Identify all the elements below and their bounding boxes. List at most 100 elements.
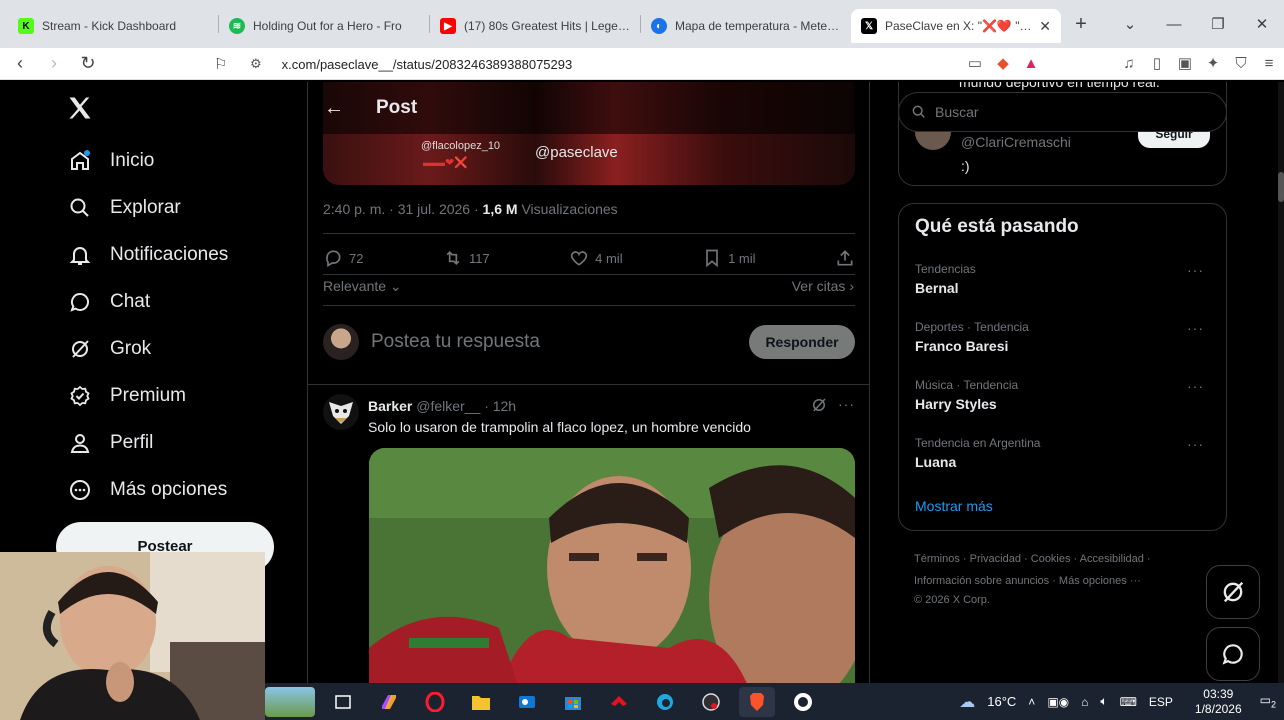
copilot-icon[interactable] bbox=[371, 687, 407, 717]
post-actions: 72 117 4 mil 1 mil bbox=[323, 244, 855, 272]
brave-icon[interactable] bbox=[739, 686, 775, 717]
post-timestamp[interactable]: 2:40 p. m. · 31 jul. 2026 · bbox=[323, 201, 479, 217]
grok-floating-button[interactable] bbox=[1206, 565, 1260, 619]
sidebar-icon[interactable]: ▯ bbox=[1146, 50, 1168, 76]
keyboard-icon[interactable]: ⌨ bbox=[1120, 695, 1137, 709]
avatar[interactable] bbox=[323, 394, 359, 430]
more-icon[interactable]: ··· bbox=[1187, 436, 1204, 452]
nav-item-notifications[interactable]: Notificaciones bbox=[56, 231, 296, 278]
tweet-author-name[interactable]: Barker bbox=[368, 398, 412, 414]
reply-action[interactable]: 72 bbox=[323, 248, 363, 268]
weather-cloud-icon[interactable]: ☁ bbox=[959, 692, 975, 712]
bookmark-count: 1 mil bbox=[728, 250, 756, 266]
footer-line[interactable]: Información sobre anuncios · Más opcione… bbox=[914, 570, 1214, 592]
new-tab-button[interactable]: + bbox=[1067, 10, 1095, 38]
ai-icon[interactable]: ✦ bbox=[1202, 50, 1224, 76]
cast-icon[interactable]: ▭ bbox=[964, 50, 986, 76]
reply-button[interactable]: Responder bbox=[749, 325, 855, 359]
nav-item-premium[interactable]: Premium bbox=[56, 372, 296, 419]
address-bar[interactable]: ⚙ x.com/paseclave__/status/2083246389388… bbox=[240, 52, 1020, 76]
trend-item[interactable]: Deportes · Tendencia Franco Baresi ··· bbox=[915, 320, 1212, 354]
more-icon[interactable]: ··· bbox=[838, 396, 855, 414]
rewards-icon[interactable]: ▲ bbox=[1020, 50, 1042, 76]
chevron-down-icon[interactable]: ⌄ bbox=[1108, 15, 1152, 33]
nav-item-profile[interactable]: Perfil bbox=[56, 419, 296, 466]
back-icon[interactable]: ‹ bbox=[6, 50, 34, 78]
network-icon[interactable]: ⌂ bbox=[1081, 695, 1088, 709]
reload-icon[interactable]: ↻ bbox=[74, 50, 102, 78]
notification-icon[interactable]: ▭2 bbox=[1260, 693, 1276, 709]
vpn-icon[interactable]: ⛉ bbox=[1230, 50, 1252, 76]
back-arrow-icon[interactable]: ← bbox=[324, 97, 344, 120]
app-circle-icon[interactable] bbox=[785, 687, 821, 717]
browser-tab-youtube[interactable]: ▶ (17) 80s Greatest Hits | Legendar bbox=[430, 9, 640, 43]
wallet-icon[interactable]: ▣ bbox=[1174, 50, 1196, 76]
footer-line[interactable]: Términos · Privacidad · Cookies · Accesi… bbox=[914, 548, 1214, 570]
repost-action[interactable]: 117 bbox=[443, 248, 490, 268]
sort-replies-dropdown[interactable]: Relevante ⌄ bbox=[323, 278, 402, 295]
file-explorer-icon[interactable] bbox=[463, 687, 499, 717]
minimize-icon[interactable]: — bbox=[1152, 16, 1196, 33]
language-indicator[interactable]: ESP bbox=[1149, 695, 1173, 709]
app-red-icon[interactable] bbox=[601, 687, 637, 717]
share-action[interactable] bbox=[835, 248, 855, 268]
site-settings-icon[interactable]: ⚙ bbox=[250, 56, 262, 72]
search-input[interactable]: Buscar bbox=[898, 92, 1227, 132]
obs-icon[interactable] bbox=[693, 687, 729, 717]
browser-tab-x[interactable]: 𝕏 PaseClave en X: "❌❤️ "RIP ✕ bbox=[851, 9, 1061, 43]
volume-icon[interactable]: 🔈︎ bbox=[1100, 694, 1107, 709]
menu-icon[interactable]: ≡ bbox=[1258, 50, 1280, 76]
tweet-time[interactable]: · 12h bbox=[484, 398, 516, 414]
outlook-icon[interactable] bbox=[509, 687, 545, 717]
nav-item-grok[interactable]: Grok bbox=[56, 325, 296, 372]
messages-floating-button[interactable] bbox=[1206, 627, 1260, 681]
nav-label: Más opciones bbox=[110, 478, 228, 500]
nav-item-explore[interactable]: Explorar bbox=[56, 184, 296, 231]
chevron-up-icon[interactable]: ˄ bbox=[1028, 695, 1035, 709]
task-view-icon[interactable] bbox=[325, 687, 361, 717]
tweet-image[interactable] bbox=[369, 448, 855, 683]
bookmark-action[interactable]: 1 mil bbox=[702, 248, 756, 268]
tweet-author-handle[interactable]: @felker__ bbox=[416, 398, 480, 414]
trend-item[interactable]: Tendencia en Argentina Luana ··· bbox=[915, 436, 1212, 470]
tab-title: Holding Out for a Hero - Fro bbox=[253, 19, 402, 33]
scrollbar-thumb[interactable] bbox=[1278, 172, 1284, 202]
restore-icon[interactable]: ❐ bbox=[1196, 15, 1240, 33]
nav-item-home[interactable]: Inicio bbox=[56, 137, 296, 184]
media-icon[interactable]: ♫ bbox=[1118, 50, 1140, 76]
tray-apps-icon[interactable]: ▣◉ bbox=[1047, 695, 1069, 709]
more-icon[interactable]: ··· bbox=[1187, 378, 1204, 394]
opera-icon[interactable] bbox=[417, 687, 453, 717]
close-window-icon[interactable]: ✕ bbox=[1240, 15, 1284, 33]
grok-icon[interactable] bbox=[810, 396, 828, 414]
nav-item-chat[interactable]: Chat bbox=[56, 278, 296, 325]
close-tab-icon[interactable]: ✕ bbox=[1039, 18, 1051, 35]
more-icon[interactable]: ··· bbox=[1187, 262, 1204, 278]
temperature[interactable]: 16°C bbox=[987, 694, 1016, 709]
views-label: Visualizaciones bbox=[521, 201, 618, 217]
divider bbox=[323, 274, 855, 275]
more-icon[interactable]: ··· bbox=[1187, 320, 1204, 336]
x-logo-icon[interactable] bbox=[66, 94, 94, 122]
nav-item-more[interactable]: Más opciones bbox=[56, 466, 296, 513]
bookmark-icon[interactable]: ⚐ bbox=[214, 55, 227, 73]
view-quotes-link[interactable]: Ver citas › bbox=[792, 278, 854, 294]
clock[interactable]: 03:39 1/8/2026 bbox=[1195, 687, 1242, 717]
browser-tab-weather[interactable]: ◐ Mapa de temperatura - Meteore bbox=[641, 9, 851, 43]
reply-input[interactable]: Postea tu respuesta bbox=[371, 331, 749, 353]
widget-thumbnail-icon[interactable] bbox=[265, 686, 315, 717]
follow-handle[interactable]: @ClariCremaschi bbox=[961, 134, 1071, 150]
post-meta: 2:40 p. m. · 31 jul. 2026 · 1,6 M Visual… bbox=[323, 201, 618, 217]
avatar[interactable] bbox=[323, 324, 359, 360]
show-more-link[interactable]: Mostrar más bbox=[915, 498, 993, 514]
browser-tab-spotify[interactable]: ≋ Holding Out for a Hero - Fro bbox=[219, 9, 429, 43]
store-icon[interactable] bbox=[555, 687, 591, 717]
forward-icon[interactable]: › bbox=[40, 50, 68, 78]
brave-shield-icon[interactable]: ◆ bbox=[992, 50, 1014, 76]
trend-item[interactable]: Música · Tendencia Harry Styles ··· bbox=[915, 378, 1212, 412]
trend-item[interactable]: Tendencias Bernal ··· bbox=[915, 262, 1212, 296]
like-action[interactable]: 4 mil bbox=[569, 248, 623, 268]
browser-tab-kick[interactable]: K Stream - Kick Dashboard bbox=[8, 9, 218, 43]
edge-icon[interactable] bbox=[647, 687, 683, 717]
page-scrollbar[interactable] bbox=[1278, 82, 1284, 683]
